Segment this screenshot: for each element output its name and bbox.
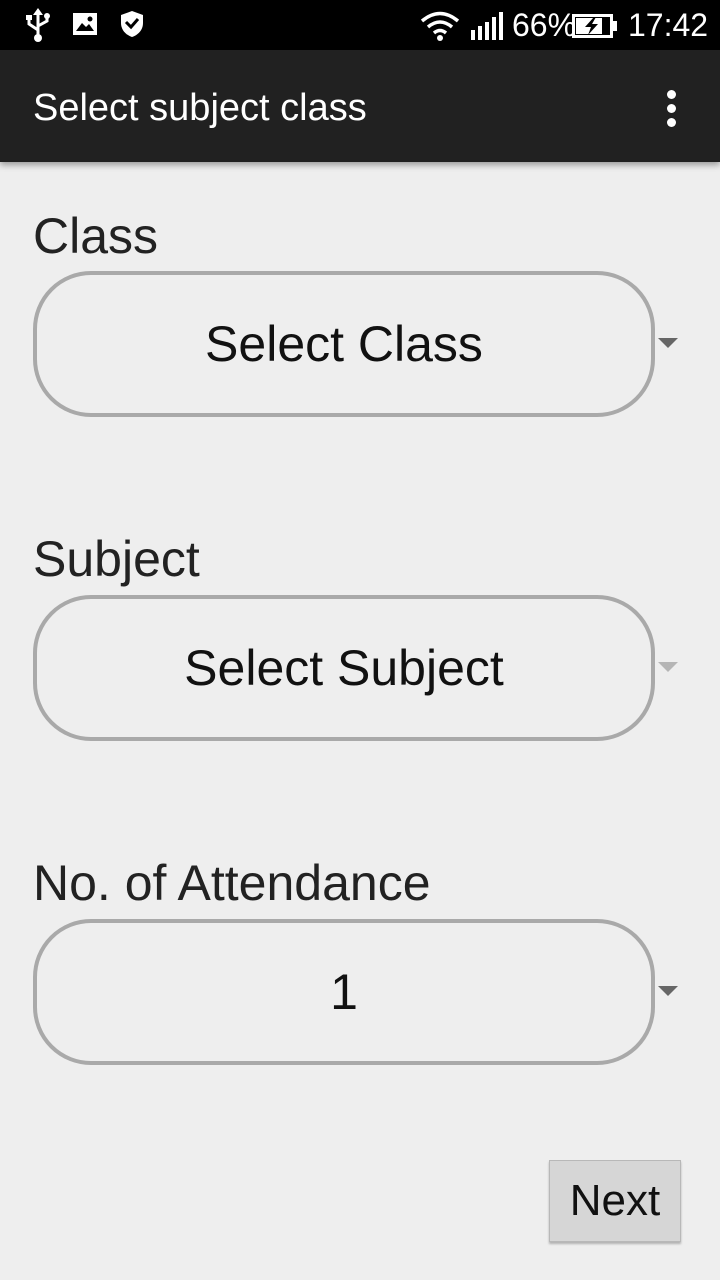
subject-spinner[interactable]: Select Subject xyxy=(33,595,655,741)
subject-dropdown-arrow-icon[interactable] xyxy=(658,662,678,672)
attendance-spinner[interactable]: 1 xyxy=(33,919,655,1065)
subject-label: Subject xyxy=(33,531,200,587)
shield-icon xyxy=(121,11,143,37)
class-label: Class xyxy=(33,208,159,264)
battery-charging-icon xyxy=(572,14,617,38)
class-spinner-value: Select Class xyxy=(205,316,483,372)
subject-spinner-value: Select Subject xyxy=(184,640,504,696)
page-title: Select subject class xyxy=(33,87,367,129)
battery-percent: 66% xyxy=(512,7,577,43)
wifi-icon xyxy=(420,11,460,41)
attendance-label: No. of Attendance xyxy=(33,855,431,911)
signal-icon xyxy=(471,12,503,40)
usb-icon xyxy=(26,8,50,42)
image-icon xyxy=(73,13,97,35)
overflow-menu-icon[interactable] xyxy=(650,80,694,136)
class-dropdown-arrow-icon[interactable] xyxy=(658,338,678,348)
status-bar: 66% 17:42 xyxy=(0,0,720,50)
attendance-spinner-value: 1 xyxy=(330,964,358,1020)
clock: 17:42 xyxy=(628,7,709,43)
app-bar: Select subject class xyxy=(0,50,720,162)
class-spinner[interactable]: Select Class xyxy=(33,271,655,417)
attendance-dropdown-arrow-icon[interactable] xyxy=(658,986,678,996)
next-button[interactable]: Next xyxy=(549,1160,681,1242)
